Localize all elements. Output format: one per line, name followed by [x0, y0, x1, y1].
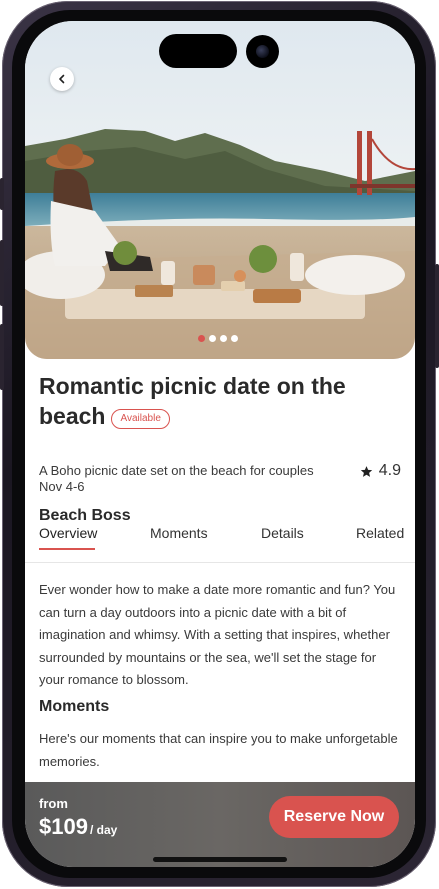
listing-dates: Nov 4-6: [39, 479, 85, 494]
carousel-dots: [198, 335, 238, 342]
carousel-dot[interactable]: [209, 335, 216, 342]
reserve-now-button[interactable]: Reserve Now: [269, 796, 399, 838]
price-unit: / day: [89, 823, 118, 837]
front-camera: [246, 35, 279, 68]
chevron-left-icon: [59, 74, 65, 84]
listing-info: Romantic picnic date on the beach Availab…: [39, 371, 401, 531]
action-button: [0, 178, 4, 210]
volume-up-button: [0, 240, 4, 306]
price-from-label: from: [39, 796, 68, 811]
hero-image[interactable]: [25, 21, 415, 359]
listing-description: A Boho picnic date set on the beach for …: [39, 463, 314, 478]
tab-bar: Overview Moments Details Related: [39, 521, 404, 551]
hero-photo: [25, 21, 415, 359]
rating-value: 4.9: [378, 462, 401, 479]
volume-down-button: [0, 324, 4, 390]
divider: [25, 562, 415, 563]
moments-text: Here's our moments that can inspire you …: [39, 731, 398, 769]
listing-title-text: Romantic picnic date on the beach: [39, 373, 346, 429]
moments-heading: Moments: [39, 698, 110, 715]
back-button[interactable]: [50, 67, 74, 91]
power-button: [435, 264, 439, 368]
carousel-dot[interactable]: [231, 335, 238, 342]
tab-details[interactable]: Details: [261, 525, 304, 541]
booking-bar: from $109/ day Reserve Now: [25, 782, 415, 867]
carousel-dot[interactable]: [198, 335, 205, 342]
rating: 4.9: [360, 462, 401, 480]
description-row: A Boho picnic date set on the beach for …: [39, 462, 401, 480]
screen: Romantic picnic date on the beach Availab…: [25, 21, 415, 867]
home-indicator[interactable]: [153, 857, 287, 862]
active-tab-indicator: [39, 548, 95, 550]
tab-overview[interactable]: Overview: [39, 525, 97, 541]
status-badge: Available: [111, 409, 170, 429]
tab-moments[interactable]: Moments: [150, 525, 208, 541]
price: $109/ day: [39, 814, 117, 840]
price-value: $109: [39, 814, 88, 839]
carousel-dot[interactable]: [220, 335, 227, 342]
dynamic-island: [159, 34, 237, 68]
listing-title: Romantic picnic date on the beach Availab…: [39, 371, 401, 431]
overview-text: Ever wonder how to make a date more roma…: [39, 582, 396, 687]
star-icon: [360, 465, 372, 477]
tab-related[interactable]: Related: [356, 525, 404, 541]
